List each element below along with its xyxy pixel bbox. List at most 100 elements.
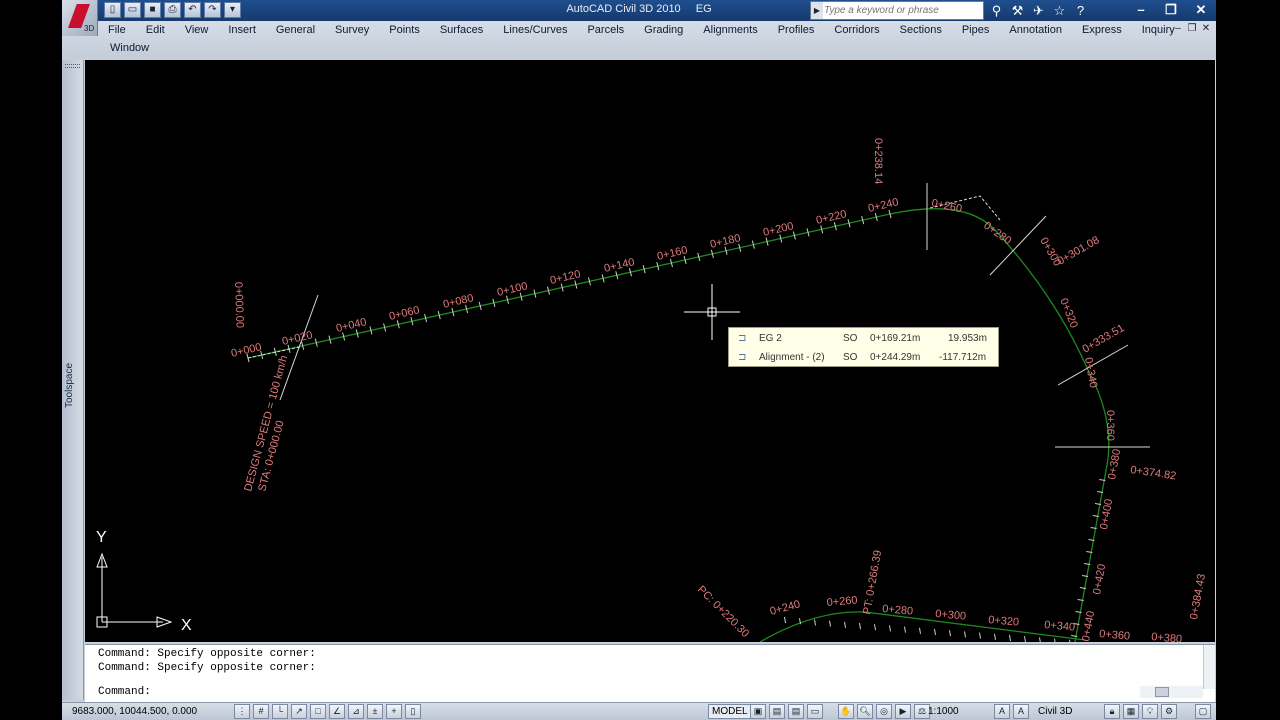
snap-icon[interactable]: ⋮: [234, 704, 250, 719]
satellite-icon[interactable]: ✈: [1030, 2, 1047, 19]
menu-item-file[interactable]: File: [98, 21, 136, 39]
search-input[interactable]: [824, 3, 982, 18]
title-bar: ▯ ▭ ■ ⎙ ↶ ↷ ▾ AutoCAD Civil 3D 2010 EG ▶…: [62, 0, 1216, 21]
menu-item-survey[interactable]: Survey: [325, 21, 379, 39]
grid-icon[interactable]: #: [253, 704, 269, 719]
annotation-scale-value[interactable]: 1:1000: [928, 706, 959, 717]
model-layout-icon[interactable]: ▣: [750, 704, 766, 719]
binoculars-icon[interactable]: ⚲: [988, 2, 1005, 19]
alignment-2-station-label: 0+360: [1099, 628, 1131, 642]
menu-item-window[interactable]: Window: [100, 39, 159, 57]
doc-close-icon[interactable]: ✕: [1200, 23, 1212, 35]
star-icon[interactable]: ☆: [1051, 2, 1068, 19]
clean-screen-icon[interactable]: ▢: [1195, 704, 1211, 719]
application-menu-button[interactable]: 3D: [62, 0, 98, 36]
alignment-1-station-label: 0+320: [1057, 297, 1080, 330]
doc-minimize-icon[interactable]: –: [1172, 23, 1184, 35]
tooltip-station: 0+244.29m: [870, 352, 921, 363]
menu-item-profiles[interactable]: Profiles: [768, 21, 825, 39]
menu-item-corridors[interactable]: Corridors: [824, 21, 889, 39]
command-line[interactable]: Command: Specify opposite corner: Comman…: [85, 644, 1215, 702]
menu-item-insert[interactable]: Insert: [218, 21, 266, 39]
lineweight-icon[interactable]: +: [386, 704, 402, 719]
tooltip-station: 0+169.21m: [870, 333, 921, 344]
toolspace-palette[interactable]: Toolspace: [62, 60, 84, 700]
alignment-1-station-label: 0+420: [1091, 563, 1108, 596]
menu-item-pipes[interactable]: Pipes: [952, 21, 1000, 39]
alignment-1-feature-label: 0+238.14: [872, 138, 884, 184]
alignment-1-station-label: 0+340: [1082, 356, 1099, 389]
tooltip-name: Alignment - (2): [759, 352, 825, 363]
workspace-switcher[interactable]: Civil 3D: [1038, 706, 1072, 717]
tray-settings-icon[interactable]: ⚙: [1161, 704, 1177, 719]
restore-icon[interactable]: ❐: [1156, 0, 1186, 19]
ortho-icon[interactable]: └: [272, 704, 288, 719]
doc-restore-icon[interactable]: ❐: [1186, 23, 1198, 35]
command-prompt[interactable]: Command:: [98, 686, 151, 700]
station-marker: [989, 215, 1047, 276]
station-tick: [829, 620, 831, 627]
polar-icon[interactable]: ↗: [291, 704, 307, 719]
quick-properties-icon[interactable]: ▯: [405, 704, 421, 719]
menu-item-general[interactable]: General: [266, 21, 325, 39]
tooltip-row: ⊐ Alignment - (2) SO 0+244.29m -117.712m: [729, 349, 998, 367]
command-horizontal-scrollbar[interactable]: [1140, 686, 1203, 698]
coordinate-readout[interactable]: 9683.000, 10044.500, 0.000: [72, 706, 197, 717]
alignment-1-line: [247, 208, 1110, 642]
help-icon[interactable]: ?: [1072, 2, 1089, 19]
menu-item-grading[interactable]: Grading: [634, 21, 693, 39]
wrench-icon[interactable]: ⚒: [1009, 2, 1026, 19]
auto-scale-icon[interactable]: A: [1013, 704, 1029, 719]
station-tick: [1054, 638, 1056, 642]
expand-arrow-icon[interactable]: ▶: [811, 2, 823, 19]
scroll-thumb[interactable]: [1155, 687, 1169, 697]
menu-item-sections[interactable]: Sections: [890, 21, 952, 39]
station-tick: [784, 616, 786, 624]
station-tick: [949, 630, 951, 637]
menu-item-points[interactable]: Points: [379, 21, 430, 39]
close-icon[interactable]: ✕: [1186, 0, 1216, 19]
menu-item-surfaces[interactable]: Surfaces: [430, 21, 493, 39]
menu-item-alignments[interactable]: Alignments: [693, 21, 767, 39]
steering-wheel-icon[interactable]: ◎: [876, 704, 892, 719]
dyn-icon[interactable]: ±: [367, 704, 383, 719]
minimize-icon[interactable]: –: [1126, 0, 1156, 19]
layout1-icon[interactable]: ▤: [769, 704, 785, 719]
menu-item-view[interactable]: View: [175, 21, 219, 39]
quick-view-icon[interactable]: ▭: [807, 704, 823, 719]
status-bar: 9683.000, 10044.500, 0.000 ⋮ # └ ↗ □ ∠ ⊿…: [62, 702, 1216, 720]
palette-grip[interactable]: [65, 64, 80, 68]
tooltip-row: ⊐ EG 2 SO 0+169.21m 19.953m: [729, 330, 998, 348]
alignment-2-feature-label: PC: 0+220.30: [695, 584, 751, 640]
tooltip-offset: 19.953m: [948, 333, 987, 344]
app-badge: 3D: [84, 24, 95, 33]
station-tick: [889, 625, 891, 632]
model-space-toggle[interactable]: MODEL: [708, 704, 752, 719]
isolate-objects-icon[interactable]: 💡︎: [1142, 704, 1158, 719]
menu-item-annotation[interactable]: Annotation: [999, 21, 1072, 39]
osnap-icon[interactable]: □: [310, 704, 326, 719]
menu-item-parcels[interactable]: Parcels: [577, 21, 634, 39]
ducs-icon[interactable]: ⊿: [348, 704, 364, 719]
alignment-1-feature-label: 0+374.82: [1130, 464, 1177, 482]
showmotion-icon[interactable]: ▶: [895, 704, 911, 719]
drawing-area[interactable]: 0+000 0+020 0+040 0+060 0+080 0+100 0+120 0+140…: [85, 60, 1215, 642]
menu-item-lines-curves[interactable]: Lines/Curves: [493, 21, 577, 39]
otrack-icon[interactable]: ∠: [329, 704, 345, 719]
annotation-visibility-icon[interactable]: A: [994, 704, 1010, 719]
lock-icon[interactable]: 🔒︎: [1104, 704, 1120, 719]
hardware-acceleration-icon[interactable]: ▦: [1123, 704, 1139, 719]
command-history-line: Command: Specify opposite corner:: [98, 648, 316, 660]
station-tick: [979, 632, 981, 639]
alignment-2-feature-label: PT: 0+266.39: [861, 549, 884, 615]
menu-item-express[interactable]: Express: [1072, 21, 1132, 39]
layout2-icon[interactable]: ▤: [788, 704, 804, 719]
command-history-line: Command: Specify opposite corner:: [98, 662, 316, 674]
station-tick: [1024, 636, 1026, 642]
infocenter-tools: ⚲ ⚒ ✈ ☆ ?: [988, 2, 1089, 19]
menu-item-edit[interactable]: Edit: [136, 21, 175, 39]
alignment-2-feature-label: 0+384.43: [1188, 573, 1208, 621]
command-scrollbar[interactable]: [1203, 645, 1215, 689]
pan-icon[interactable]: ✋: [838, 704, 854, 719]
zoom-icon[interactable]: 🔍︎: [857, 704, 873, 719]
